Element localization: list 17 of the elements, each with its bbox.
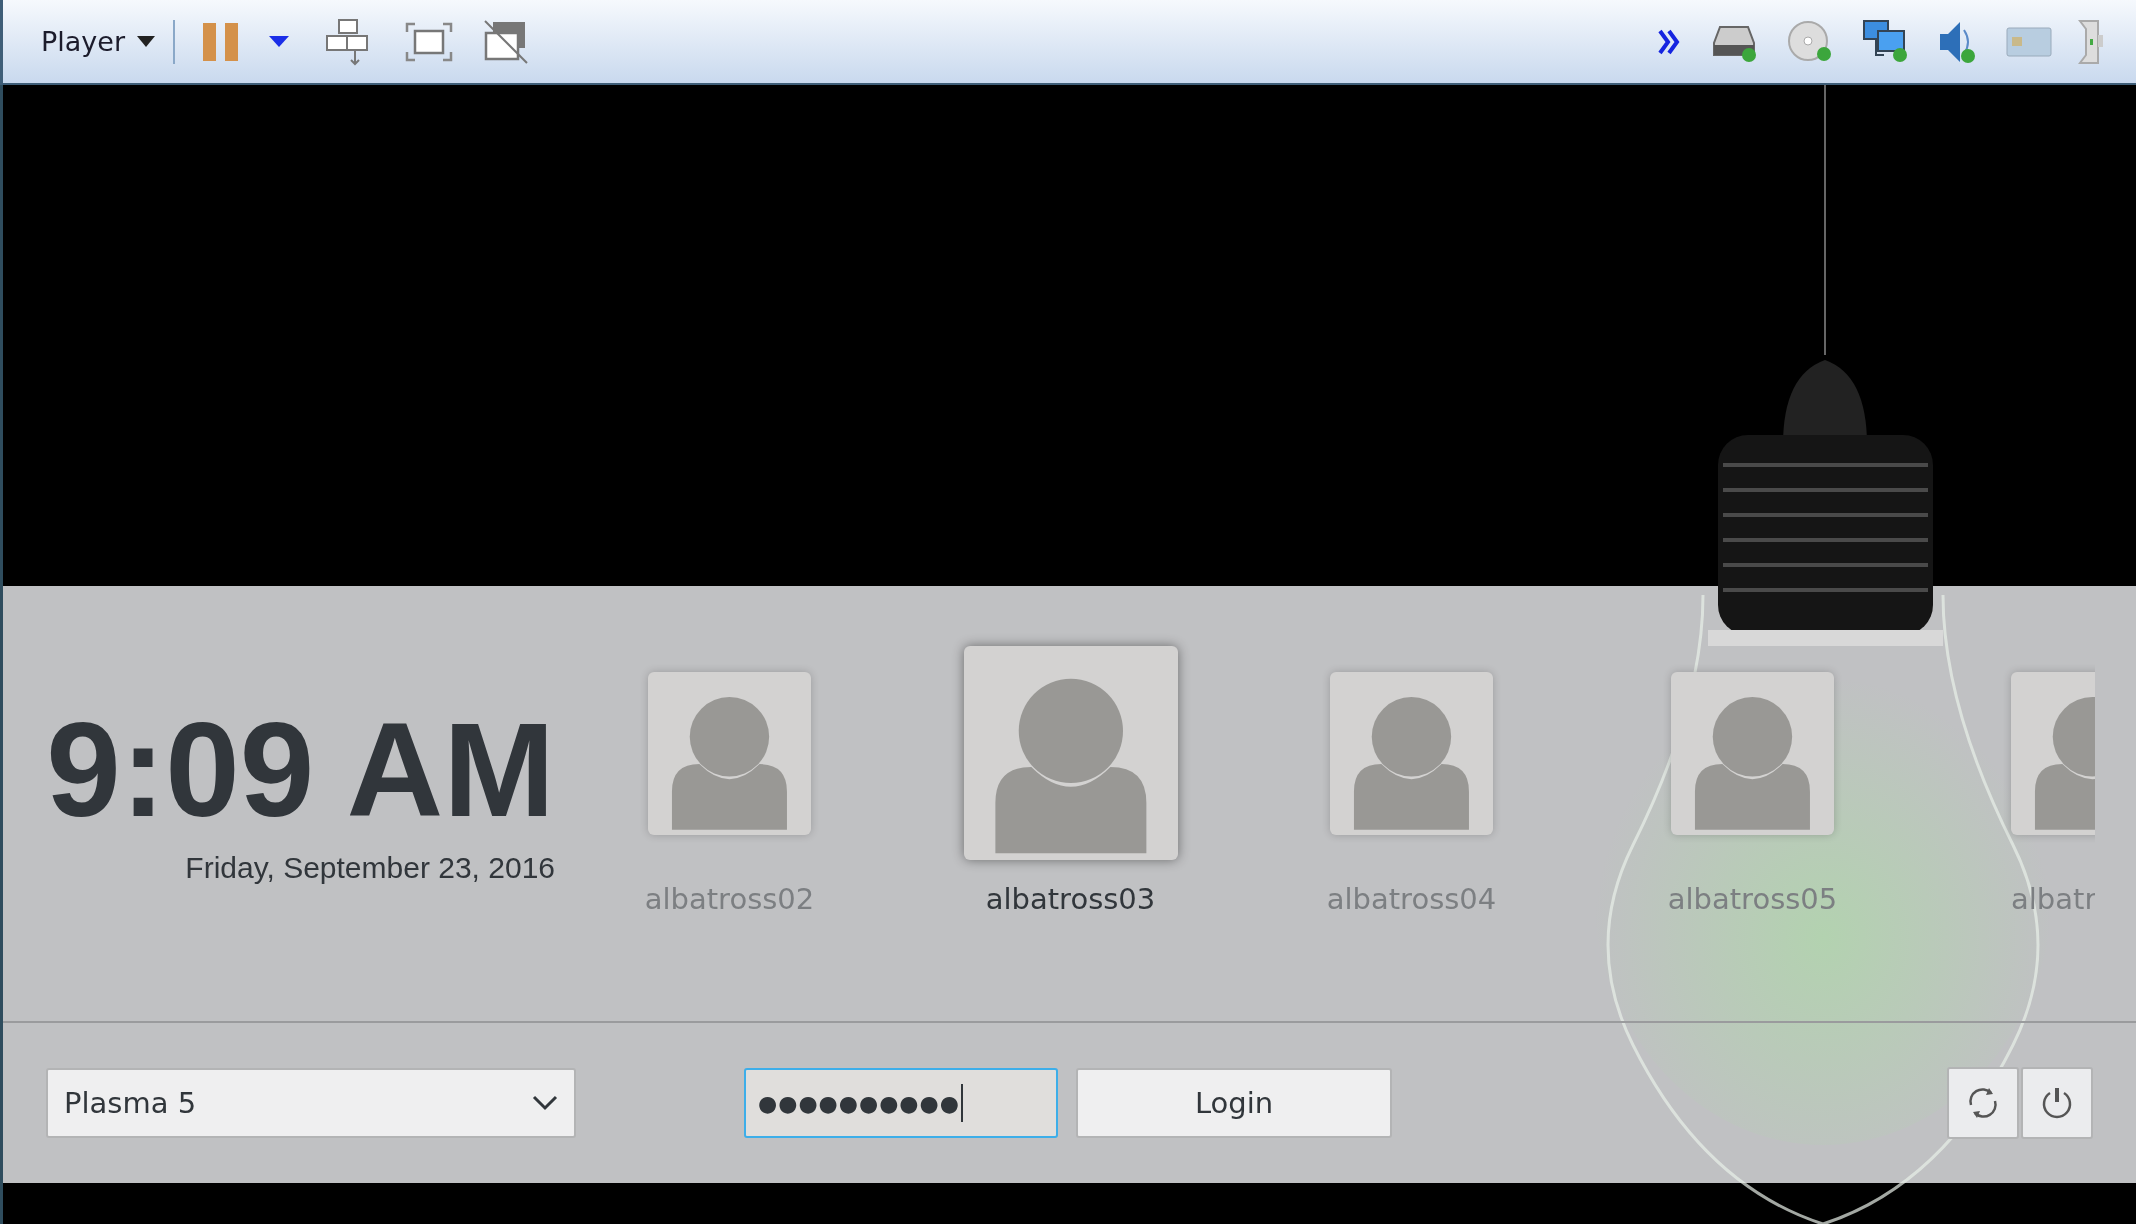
session-dropdown[interactable]: Plasma 5 [46,1068,576,1138]
windows-crossed-icon[interactable] [483,18,530,65]
user-name[interactable]: albatross03 [985,882,1156,916]
fullscreen-icon[interactable] [405,21,454,62]
clock-date: Friday, September 23, 2016 [185,851,555,886]
chevron-down-icon [532,1095,558,1111]
power-button[interactable] [2021,1067,2093,1139]
caret-icon[interactable] [269,36,290,47]
password-field[interactable]: ●●●●●●●●●● [744,1068,1058,1138]
chevrons-icon[interactable] [1658,28,1680,55]
caret-icon [137,36,156,47]
network-computers-icon[interactable] [1862,18,1910,65]
clock-time: 9:09 AM [46,696,555,844]
login-button[interactable]: Login [1076,1068,1392,1138]
player-menu[interactable]: Player [37,22,160,61]
restart-button[interactable] [1947,1067,2019,1139]
pause-icon[interactable] [203,22,240,61]
